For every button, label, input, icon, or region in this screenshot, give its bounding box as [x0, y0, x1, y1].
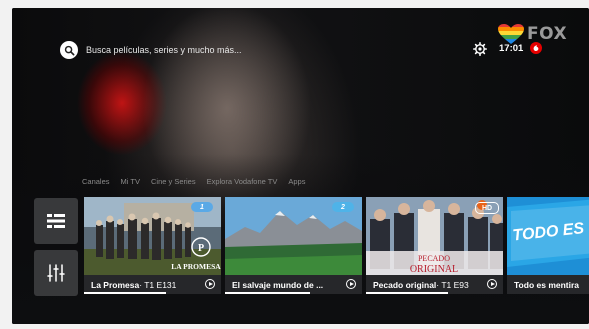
top-bar: Busca películas, series y mucho más... F…: [12, 8, 589, 78]
channel-badge: 1: [191, 202, 213, 212]
guide-button[interactable]: [34, 198, 78, 244]
nav-item-canales[interactable]: Canales: [82, 177, 110, 186]
play-icon[interactable]: [346, 279, 356, 289]
search-bar[interactable]: Busca películas, series y mucho más...: [60, 39, 242, 61]
tv-screen: Busca películas, series y mucho más... F…: [12, 8, 589, 324]
content-card-todo-es-mentira[interactable]: TODO ES MENT Todo es mentira: [507, 197, 589, 294]
card-episode: · T1 E131: [139, 279, 177, 290]
main-nav: Canales Mi TV Cine y Series Explora Voda…: [82, 177, 305, 186]
pride-heart-icon: [498, 24, 524, 44]
card-title: Pecado original: [373, 279, 437, 290]
filters-button[interactable]: [34, 250, 78, 296]
channel-badge: 2: [332, 202, 354, 212]
watch-progress-bar: [225, 292, 310, 294]
clock: 17:01: [499, 43, 524, 54]
card-art-subtitle: ORIGINAL: [410, 264, 458, 275]
nav-item-explora[interactable]: Explora Vodafone TV: [207, 177, 278, 186]
search-icon[interactable]: [60, 41, 78, 59]
card-art-title: LA PROMESA: [171, 262, 221, 271]
card-title: La Promesa: [91, 279, 140, 290]
hd-badge: HD: [475, 202, 499, 214]
settings-sliders-icon: [47, 264, 65, 282]
search-placeholder[interactable]: Busca películas, series y mucho más...: [86, 45, 242, 55]
card-title: El salvaje mundo de ...: [232, 279, 324, 290]
card-episode: · T1 E93: [436, 279, 469, 290]
card-art-title: PECADO: [418, 254, 450, 263]
card-title: Todo es mentira: [514, 279, 580, 290]
watch-progress-bar: [366, 292, 449, 294]
nav-item-mi-tv[interactable]: Mi TV: [121, 177, 140, 186]
svg-text:P: P: [198, 243, 204, 254]
guide-list-icon: [47, 214, 65, 228]
play-icon[interactable]: [205, 279, 215, 289]
play-icon[interactable]: [487, 279, 497, 289]
nav-item-apps[interactable]: Apps: [288, 177, 305, 186]
content-card-pecado-original[interactable]: PECADO ORIGINAL HD Pecado original · T1 …: [366, 197, 503, 294]
content-card-la-promesa[interactable]: P LA PROMESA 1 La Promesa · T1 E131: [84, 197, 221, 294]
nav-item-cine-series[interactable]: Cine y Series: [151, 177, 196, 186]
channel-logo: FOX: [527, 24, 568, 44]
card-thumbnail: TODO ES MENT: [507, 197, 589, 275]
gear-icon[interactable]: [473, 42, 487, 56]
content-card-salvaje-mundo[interactable]: 2 El salvaje mundo de ...: [225, 197, 362, 294]
watch-progress-bar: [84, 292, 167, 294]
card-caption: Todo es mentira: [507, 275, 589, 294]
vodafone-logo-icon: [530, 42, 542, 54]
